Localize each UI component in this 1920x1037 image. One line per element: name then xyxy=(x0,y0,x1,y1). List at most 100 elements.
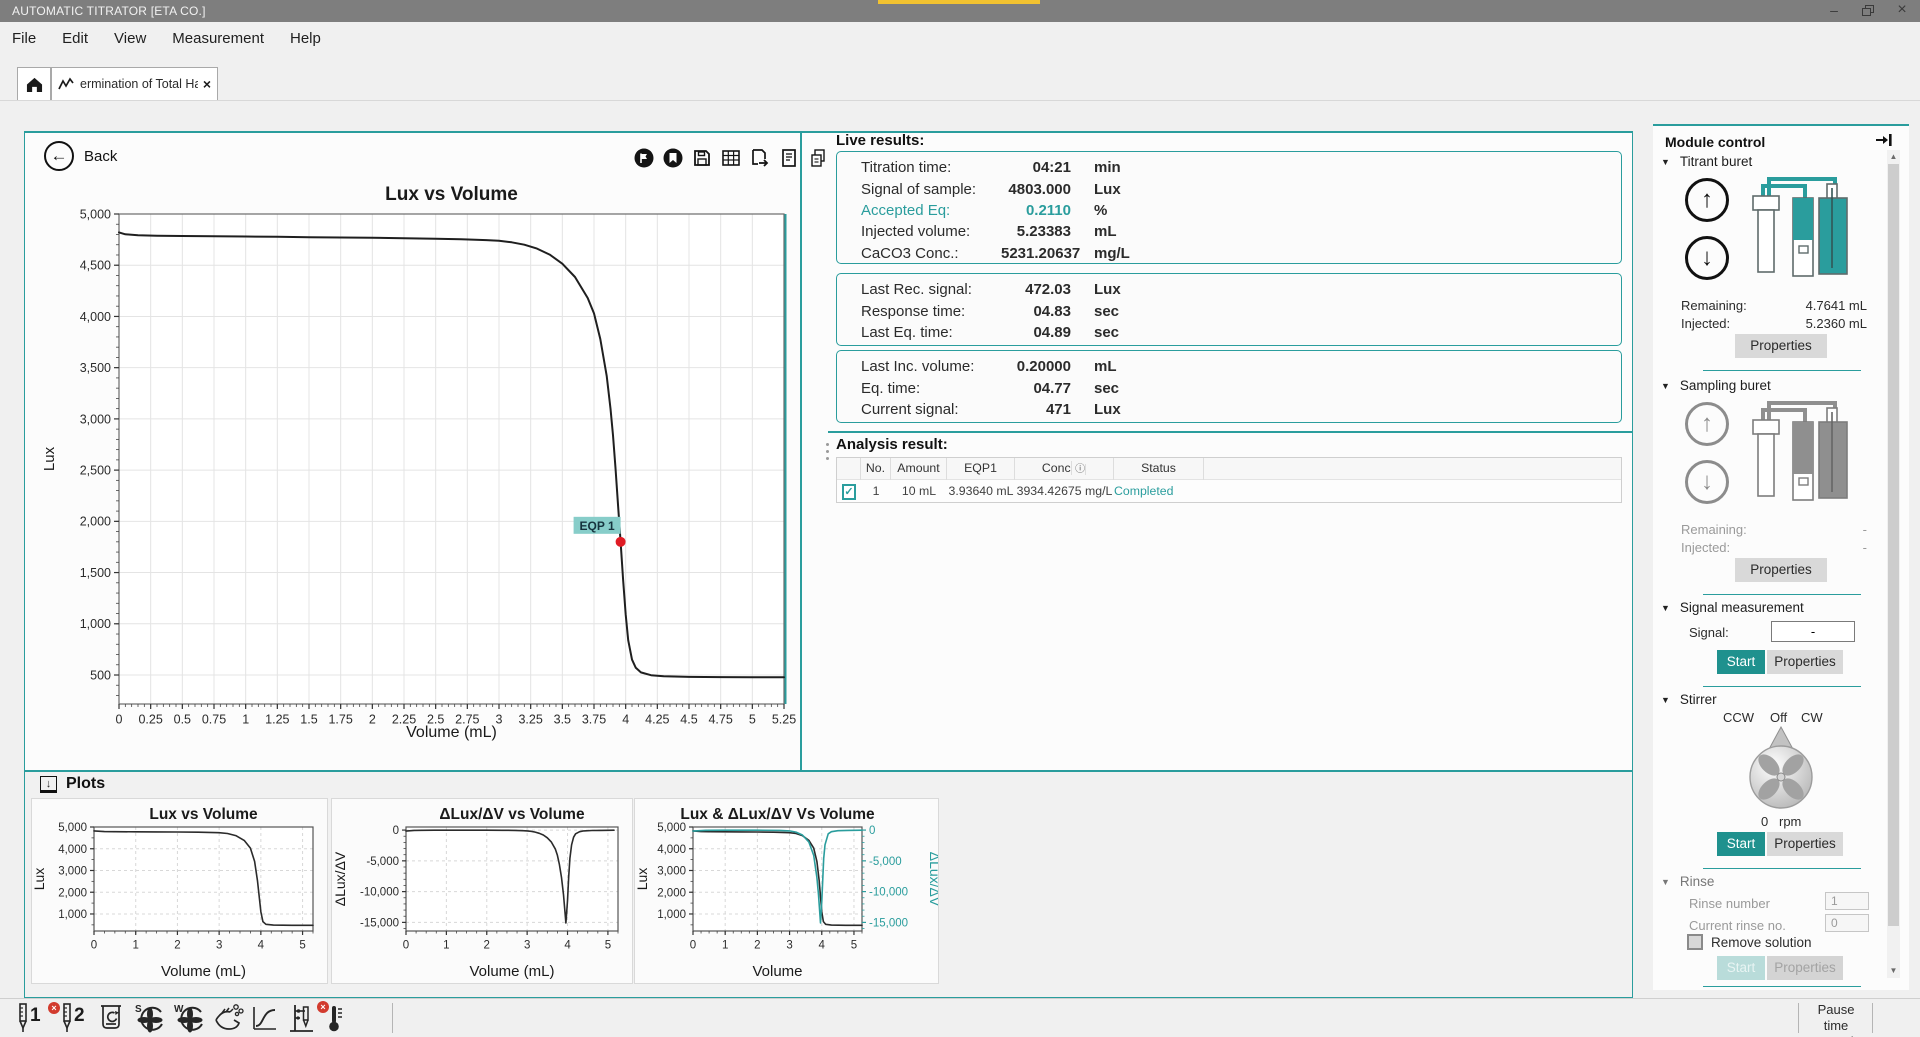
svg-text:4: 4 xyxy=(564,940,571,952)
svg-text:4.5: 4.5 xyxy=(680,713,697,727)
sampling-down-button[interactable]: ↓ xyxy=(1685,460,1729,504)
report-icon[interactable] xyxy=(777,146,801,170)
table-row[interactable]: ✓ 1 10 mL 3.93640 mL 3934.42675 mg/L Com… xyxy=(837,479,1621,502)
menu-file[interactable]: File xyxy=(12,30,36,47)
up-arrow-icon: ↑ xyxy=(1701,410,1713,438)
beaker-cycle-icon[interactable] xyxy=(96,1002,128,1034)
stirrer-start-button[interactable]: Start xyxy=(1717,832,1765,856)
current-rinse-input[interactable] xyxy=(1825,914,1869,932)
sampling-properties-button[interactable]: Properties xyxy=(1735,558,1827,582)
rinse-number-input[interactable] xyxy=(1825,892,1869,910)
section-rinse[interactable]: ▼ Rinse xyxy=(1661,874,1714,889)
lr-label: Last Eq. time: xyxy=(861,324,1001,341)
header-amount[interactable]: Amount xyxy=(891,458,947,480)
section-titrant-buret[interactable]: ▼ Titrant buret xyxy=(1661,154,1752,169)
scroll-up-icon[interactable]: ▲ xyxy=(1887,152,1900,161)
header-checkbox-col xyxy=(837,458,861,480)
pin-circle-icon[interactable] xyxy=(661,146,685,170)
section-signal-measurement[interactable]: ▼ Signal measurement xyxy=(1661,600,1804,615)
section-sampling-buret[interactable]: ▼ Sampling buret xyxy=(1661,378,1771,393)
menu-edit[interactable]: Edit xyxy=(62,30,88,47)
save-icon[interactable] xyxy=(690,146,714,170)
svg-text:4: 4 xyxy=(819,940,826,952)
lr-label: CaCO3 Conc.: xyxy=(861,245,1001,262)
plots-header: ↓ Plots xyxy=(40,775,105,793)
svg-text:2: 2 xyxy=(484,940,490,952)
lr-label: Last Inc. volume: xyxy=(861,358,1001,375)
tab-close-icon[interactable]: × xyxy=(203,76,211,92)
stirrer-w-icon[interactable]: W xyxy=(172,1002,204,1034)
svg-text:-5,000: -5,000 xyxy=(869,856,902,868)
titration-stand-ic+on[interactable] xyxy=(286,1002,318,1034)
signal-properties-button[interactable]: Properties xyxy=(1767,650,1843,674)
svg-text:3,000: 3,000 xyxy=(657,866,686,878)
scrollbar-thumb[interactable] xyxy=(1888,164,1899,926)
svg-text:4,000: 4,000 xyxy=(58,844,87,856)
copy-page-icon[interactable] xyxy=(806,146,830,170)
lr-unit: Lux xyxy=(1071,181,1181,198)
back-button[interactable]: ← Back xyxy=(44,141,117,171)
module-scrollbar[interactable]: ▲ ▼ xyxy=(1887,150,1900,978)
titrant-down-button[interactable]: ↓ xyxy=(1685,236,1729,280)
menu-view[interactable]: View xyxy=(114,30,146,47)
svg-text:3: 3 xyxy=(524,940,530,952)
signal-input[interactable] xyxy=(1771,621,1855,642)
svg-text:4.75: 4.75 xyxy=(708,713,732,727)
stirrer-rpm-unit: rpm xyxy=(1779,814,1801,829)
svg-text:ΔLux/ΔV vs Volume: ΔLux/ΔV vs Volume xyxy=(439,806,585,823)
tab-home[interactable] xyxy=(17,67,51,100)
svg-text:0: 0 xyxy=(116,713,123,727)
header-status[interactable]: Status xyxy=(1114,458,1204,480)
svg-text:3,500: 3,500 xyxy=(80,361,111,375)
minimize-button[interactable]: – xyxy=(1818,0,1850,22)
titrant-up-button[interactable]: ↑ xyxy=(1685,178,1729,222)
menu-help[interactable]: Help xyxy=(290,30,321,47)
close-button[interactable]: × xyxy=(1886,0,1918,22)
scroll-down-icon[interactable]: ▼ xyxy=(1887,966,1900,975)
header-eqp1[interactable]: EQP1 xyxy=(947,458,1015,480)
svg-text:3.75: 3.75 xyxy=(582,713,606,727)
titration-curve-icon[interactable] xyxy=(248,1002,280,1034)
header-no[interactable]: No. xyxy=(861,458,891,480)
thermometer-icon[interactable]: × xyxy=(320,1002,352,1034)
lr-label: Titration time: xyxy=(861,159,1001,176)
svg-text:ΔLux/ΔV: ΔLux/ΔV xyxy=(332,851,348,906)
lr-label: Signal of sample: xyxy=(861,181,1001,198)
svg-text:4: 4 xyxy=(622,713,629,727)
analysis-table: No. Amount EQP1 Conc ⓘ Status ✓ 1 10 mL … xyxy=(836,457,1622,503)
rinse-start-button[interactable]: Start xyxy=(1717,956,1765,980)
row-checkbox[interactable]: ✓ xyxy=(842,484,855,500)
down-arrow-icon: ↓ xyxy=(1701,244,1713,272)
cell-conc: 3934.42675 mg/L xyxy=(1015,484,1114,498)
table-icon[interactable] xyxy=(719,146,743,170)
header-conc[interactable]: Conc ⓘ xyxy=(1015,458,1114,480)
tab-document[interactable]: ermination of Total Hardness × xyxy=(51,67,218,100)
svg-text:1: 1 xyxy=(242,713,249,727)
stirrer-knob[interactable] xyxy=(1745,726,1817,813)
plots-collapse-icon[interactable]: ↓ xyxy=(40,776,57,793)
cell-amount: 10 mL xyxy=(891,484,947,498)
stirrer-s-icon[interactable]: S xyxy=(132,1002,164,1034)
menu-measurement[interactable]: Measurement xyxy=(172,30,264,47)
svg-text:0: 0 xyxy=(91,940,97,952)
export-icon[interactable] xyxy=(748,146,772,170)
minimize-icon: – xyxy=(1830,2,1838,18)
svg-text:Volume: Volume xyxy=(752,963,802,980)
wash-hands-icon[interactable] xyxy=(212,1002,244,1034)
lr-unit: sec xyxy=(1071,303,1181,320)
sampling-up-button[interactable]: ↑ xyxy=(1685,402,1729,446)
svg-text:1.5: 1.5 xyxy=(300,713,317,727)
restore-button[interactable] xyxy=(1852,0,1884,22)
svg-text:4,500: 4,500 xyxy=(80,259,111,273)
dock-icon[interactable] xyxy=(1875,132,1893,151)
section-stirrer[interactable]: ▼ Stirrer xyxy=(1661,692,1717,707)
rinse-properties-button[interactable]: Properties xyxy=(1767,956,1843,980)
svg-text:5: 5 xyxy=(749,713,756,727)
signal-start-button[interactable]: Start xyxy=(1717,650,1765,674)
lr-value: 04.77 xyxy=(1001,380,1071,397)
stirrer-properties-button[interactable]: Properties xyxy=(1767,832,1843,856)
flag-circle-icon[interactable] xyxy=(632,146,656,170)
svg-text:4,000: 4,000 xyxy=(80,310,111,324)
remove-solution-checkbox[interactable] xyxy=(1687,934,1703,950)
titrant-properties-button[interactable]: Properties xyxy=(1735,334,1827,358)
